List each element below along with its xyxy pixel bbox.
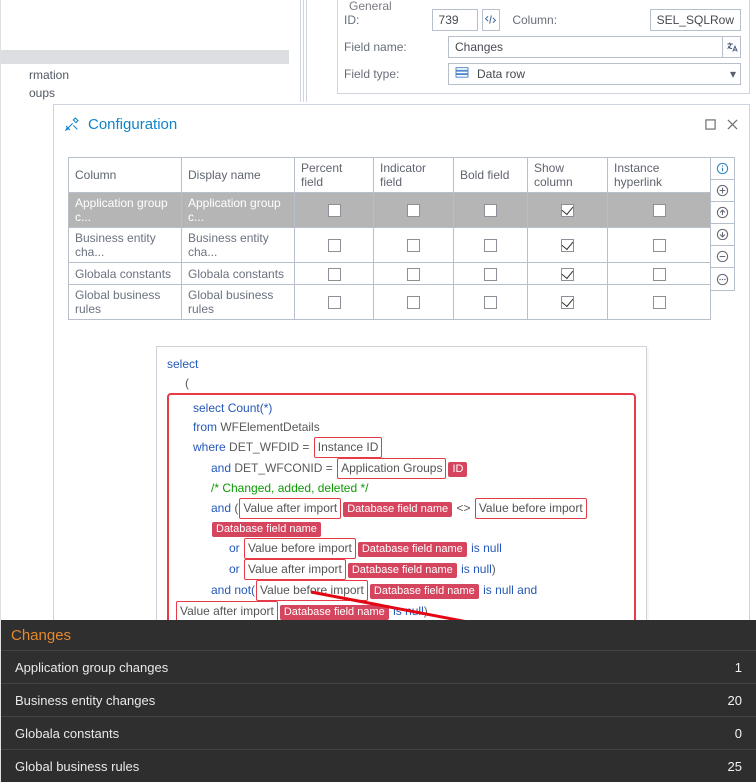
badge-dbfn: Database field name bbox=[348, 563, 457, 578]
configuration-panel: Configuration Column Display name Percen… bbox=[53, 104, 750, 688]
move-down-button[interactable] bbox=[711, 224, 734, 246]
cell-display: Application group c... bbox=[182, 193, 295, 228]
checkbox[interactable] bbox=[328, 296, 341, 309]
column-field[interactable]: SEL_SQLRow bbox=[650, 9, 741, 31]
id-field[interactable]: 739 bbox=[432, 9, 478, 31]
data-row-icon bbox=[449, 66, 475, 81]
badge-dbfn: Database field name bbox=[212, 522, 321, 537]
results-panel: Changes Application group changes1Busine… bbox=[1, 620, 756, 782]
fieldtype-label: Field type: bbox=[344, 67, 448, 81]
token-value-after[interactable]: Value after import bbox=[239, 498, 341, 519]
token-value-after[interactable]: Value after import bbox=[176, 601, 278, 622]
token-value-before[interactable]: Value before import bbox=[244, 538, 356, 559]
arrows-icon bbox=[484, 13, 497, 26]
tree-highlight-bar bbox=[1, 50, 289, 64]
fieldtype-value: Data row bbox=[475, 67, 740, 81]
result-value: 1 bbox=[684, 660, 742, 675]
table-row[interactable]: Business entity cha...Business entity ch… bbox=[69, 228, 711, 263]
badge-dbfn: Database field name bbox=[358, 542, 467, 557]
result-row: Application group changes1 bbox=[1, 650, 756, 683]
cell-column: Globala constants bbox=[69, 263, 182, 285]
cell-column: Application group c... bbox=[69, 193, 182, 228]
col-header[interactable]: Instance hyperlink bbox=[608, 158, 711, 193]
checkbox[interactable] bbox=[328, 239, 341, 252]
info-button[interactable] bbox=[711, 158, 734, 180]
checkbox[interactable] bbox=[407, 268, 420, 281]
fieldname-field[interactable]: Changes bbox=[448, 36, 723, 58]
badge-dbfn: Database field name bbox=[370, 584, 479, 599]
badge-id: ID bbox=[448, 462, 467, 477]
fieldname-label: Field name: bbox=[344, 40, 448, 54]
result-key: Application group changes bbox=[15, 660, 684, 675]
token-value-before[interactable]: Value before import bbox=[256, 580, 368, 601]
checkbox[interactable] bbox=[484, 296, 497, 309]
checkbox[interactable] bbox=[561, 204, 574, 217]
checkbox[interactable] bbox=[561, 239, 574, 252]
cell-display: Global business rules bbox=[182, 285, 295, 320]
maximize-button[interactable] bbox=[701, 115, 719, 133]
token-value-before[interactable]: Value before import bbox=[475, 498, 587, 519]
result-value: 0 bbox=[684, 726, 742, 741]
token-app-groups[interactable]: Application Groups bbox=[337, 458, 446, 479]
badge-dbfn: Database field name bbox=[280, 605, 389, 620]
checkbox[interactable] bbox=[653, 296, 666, 309]
tree-item[interactable]: oups bbox=[29, 84, 69, 102]
checkbox[interactable] bbox=[407, 239, 420, 252]
col-header[interactable]: Indicator field bbox=[374, 158, 454, 193]
fieldtype-combo[interactable]: Data row ▾ bbox=[448, 63, 741, 85]
result-row: Globala constants0 bbox=[1, 716, 756, 749]
col-header[interactable]: Bold field bbox=[454, 158, 528, 193]
result-key: Globala constants bbox=[15, 726, 684, 741]
cell-display: Business entity cha... bbox=[182, 228, 295, 263]
columns-table: Column Display name Percent field Indica… bbox=[68, 157, 711, 320]
token-value-after[interactable]: Value after import bbox=[244, 559, 346, 580]
move-up-button[interactable] bbox=[711, 202, 734, 224]
table-row[interactable]: Application group c...Application group … bbox=[69, 193, 711, 228]
tree-item[interactable]: rmation bbox=[29, 66, 69, 84]
checkbox[interactable] bbox=[484, 268, 497, 281]
badge-dbfn: Database field name bbox=[343, 502, 452, 517]
result-row: Business entity changes20 bbox=[1, 683, 756, 716]
table-row[interactable]: Global business rulesGlobal business rul… bbox=[69, 285, 711, 320]
col-header[interactable]: Column bbox=[69, 158, 182, 193]
col-header[interactable]: Display name bbox=[182, 158, 295, 193]
delete-row-button[interactable] bbox=[711, 246, 734, 268]
configuration-title: Configuration bbox=[88, 116, 177, 133]
checkbox[interactable] bbox=[328, 204, 341, 217]
result-key: Global business rules bbox=[15, 759, 684, 774]
id-action-button[interactable] bbox=[482, 9, 501, 31]
table-side-actions bbox=[711, 157, 735, 291]
table-row[interactable]: Globala constantsGlobala constants bbox=[69, 263, 711, 285]
close-button[interactable] bbox=[723, 115, 741, 133]
result-value: 25 bbox=[684, 759, 742, 774]
checkbox[interactable] bbox=[561, 296, 574, 309]
checkbox[interactable] bbox=[328, 268, 341, 281]
token-instance-id[interactable]: Instance ID bbox=[314, 437, 383, 458]
checkbox[interactable] bbox=[653, 239, 666, 252]
more-button[interactable] bbox=[711, 268, 734, 290]
checkbox[interactable] bbox=[407, 296, 420, 309]
result-key: Business entity changes bbox=[15, 693, 684, 708]
checkbox[interactable] bbox=[484, 239, 497, 252]
cell-display: Globala constants bbox=[182, 263, 295, 285]
id-label: ID: bbox=[344, 13, 432, 27]
checkbox[interactable] bbox=[561, 268, 574, 281]
checkbox[interactable] bbox=[653, 204, 666, 217]
col-header[interactable]: Percent field bbox=[295, 158, 374, 193]
checkbox[interactable] bbox=[407, 204, 420, 217]
cell-column: Global business rules bbox=[69, 285, 182, 320]
add-row-button[interactable] bbox=[711, 180, 734, 202]
translate-icon bbox=[726, 41, 738, 53]
col-header[interactable]: Show column bbox=[528, 158, 608, 193]
checkbox[interactable] bbox=[484, 204, 497, 217]
result-value: 20 bbox=[684, 693, 742, 708]
column-label: Column: bbox=[512, 13, 557, 27]
checkbox[interactable] bbox=[653, 268, 666, 281]
chevron-down-icon: ▾ bbox=[730, 67, 736, 81]
results-title: Changes bbox=[11, 627, 71, 644]
result-row: Global business rules25 bbox=[1, 749, 756, 782]
translate-button[interactable] bbox=[723, 36, 741, 58]
tools-icon bbox=[62, 114, 82, 134]
cell-column: Business entity cha... bbox=[69, 228, 182, 263]
